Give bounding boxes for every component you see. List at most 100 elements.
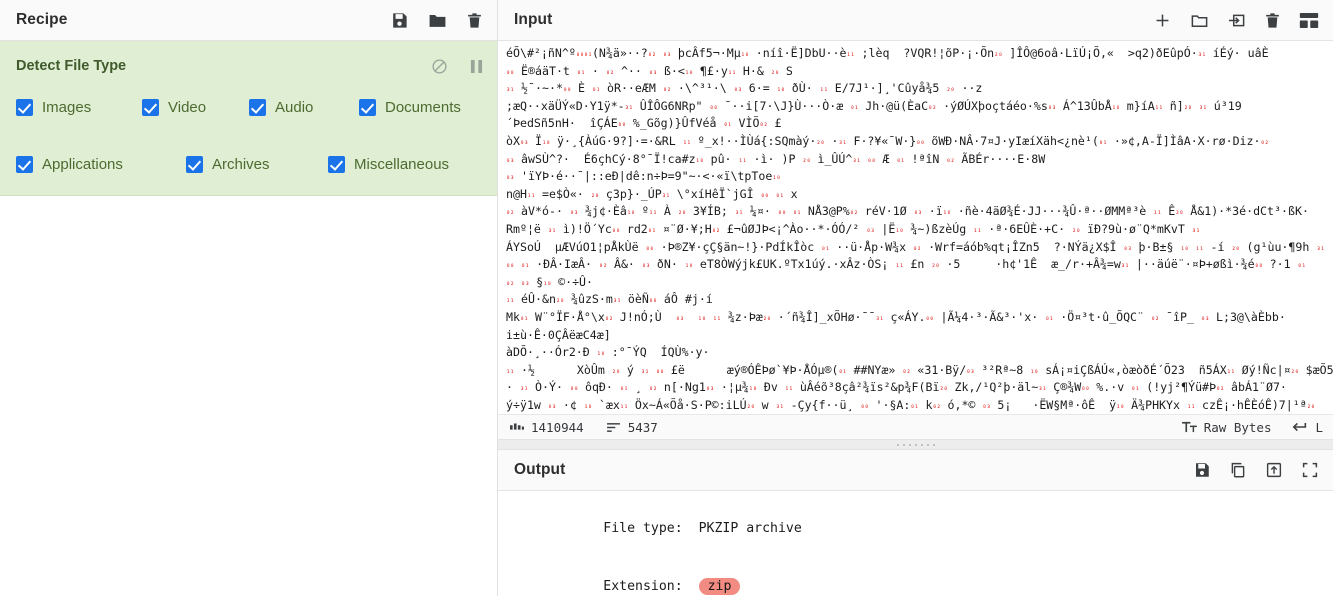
replace-input-with-output-icon[interactable]	[1265, 461, 1283, 479]
font-icon	[1181, 422, 1197, 433]
argument-video[interactable]: Video	[142, 99, 249, 116]
operation-header: Detect File Type	[16, 55, 483, 77]
output-textarea[interactable]: File type: PKZIP archive Extension: zip …	[498, 491, 1333, 596]
argument-applications[interactable]: Applications	[16, 156, 186, 173]
control-char-glyph: ₃₁	[875, 312, 884, 322]
control-char-glyph: ₃₁	[547, 224, 556, 234]
save-output-icon[interactable]	[1193, 461, 1211, 479]
checkbox-images[interactable]	[16, 99, 33, 116]
control-char-glyph: ₁₁	[819, 84, 828, 94]
argument-miscellaneous[interactable]: Miscellaneous	[328, 156, 449, 173]
control-char-glyph: ₀₀	[611, 224, 620, 234]
control-char-glyph: ₃₁	[734, 207, 743, 217]
recipe-operation-list[interactable]: Detect File Type Images Video Audio Docu…	[0, 41, 497, 596]
input-line: i±ù·Ê·0ÇÂëæC4æ]	[506, 327, 611, 342]
input-title: Input	[514, 11, 553, 28]
io-pane: Input éÕ\#²¡ñN^º₀₀₀₁(N¾ä»··?₀₂ ₀₃ þcÂf5¬…	[498, 0, 1333, 596]
input-line-count: 5437	[606, 420, 658, 435]
checkbox-audio[interactable]	[249, 99, 266, 116]
control-char-glyph: ₀₃	[521, 277, 530, 287]
control-char-glyph: ₃₁	[519, 383, 529, 393]
argument-documents[interactable]: Documents	[359, 99, 461, 116]
control-char-glyph: ₀₀	[562, 84, 571, 94]
checkbox-archives[interactable]	[186, 156, 203, 173]
copy-output-icon[interactable]	[1229, 461, 1247, 479]
checkbox-miscellaneous[interactable]	[328, 156, 345, 173]
disable-operation-icon[interactable]	[431, 58, 448, 75]
input-line: ₁₁ ·½ XòÛm ₂₀ ý ₃₁ ₀₀ £ë æý®ÓÊÞø`¥Þ·ÅÓµ®…	[506, 362, 1333, 377]
lines-icon	[606, 423, 620, 432]
control-char-glyph: ₁₀	[1116, 400, 1125, 410]
control-char-glyph: ₀₁	[850, 101, 859, 111]
control-char-glyph: ₀₀	[645, 242, 654, 252]
clear-input-icon[interactable]	[1264, 11, 1281, 30]
output-controls	[1193, 461, 1319, 479]
control-char-glyph: ₂₀	[1072, 224, 1081, 234]
control-char-glyph: ₁₁	[506, 295, 515, 305]
clear-recipe-icon[interactable]	[466, 11, 483, 30]
checkbox-applications[interactable]	[16, 156, 33, 173]
input-line: · ₃₁ Ò·Ý· ₀₀ ôqÐ· ₀₁ ¸ ₀₂ n[·Ng1₀₃ ·¦µ¾₁…	[506, 380, 1287, 395]
control-char-glyph: ₁₁	[846, 49, 855, 58]
input-textarea[interactable]: éÕ\#²¡ñN^º₀₀₀₁(N¾ä»··?₀₂ ₀₃ þcÂf5¬·Mµ₁₀ …	[498, 41, 1333, 415]
control-char-glyph: ₃₁	[640, 365, 649, 375]
control-char-glyph: ₀₂	[759, 119, 768, 129]
control-char-glyph: ₀₃	[506, 154, 515, 164]
add-input-tab-icon[interactable]	[1153, 11, 1172, 30]
argument-images[interactable]: Images	[16, 99, 142, 116]
argument-row: Images Video Audio Documents	[16, 99, 483, 116]
output-row-value-pill: zip	[698, 578, 741, 596]
maximise-output-icon[interactable]	[1301, 461, 1319, 479]
control-char-glyph: ₃₁	[612, 295, 621, 305]
checkbox-video[interactable]	[142, 99, 159, 116]
input-line: ý÷ÿ1w ₀₃ ·¢ ₁₀ `æx₁₁ Öx~Á«Õå·S·P©:iLÚ₂₀ …	[506, 397, 1315, 412]
input-char-count-value: 1410944	[531, 419, 584, 435]
control-char-glyph: ₀₃	[648, 66, 657, 76]
open-file-icon[interactable]	[1190, 11, 1209, 30]
control-char-glyph: ₀₁	[591, 84, 601, 94]
input-line: ´ÞedSñ5nH· îÇÁE₀₀ %_Gõg)}ÛfVéå ₀₁ VÌÕ₀₂ …	[506, 116, 782, 131]
output-title-bar: Output	[498, 450, 1333, 492]
recipe-controls	[390, 11, 483, 30]
checkbox-documents[interactable]	[359, 99, 376, 116]
control-char-glyph: ₀₃	[675, 312, 684, 322]
control-char-glyph: ₃₁	[506, 84, 515, 94]
control-char-glyph: ₀₁	[647, 224, 656, 234]
set-breakpoint-icon[interactable]	[470, 59, 483, 74]
control-char-glyph: ₀₀	[569, 383, 578, 393]
control-char-glyph: ₁₀	[543, 277, 552, 287]
control-char-glyph: ₂₀	[1231, 242, 1240, 252]
input-tabs-layout-icon[interactable]	[1299, 12, 1319, 29]
control-char-glyph: ₀₂	[506, 207, 515, 217]
control-char-glyph: ₀₂	[946, 154, 955, 164]
input-character-encoding[interactable]: Raw Bytes	[1181, 420, 1271, 435]
control-char-glyph: ₀₁	[1098, 136, 1107, 146]
control-char-glyph: ₁₀	[695, 154, 704, 164]
argument-row: Applications Archives Miscellaneous	[16, 156, 483, 173]
io-splitter[interactable]	[498, 439, 1333, 451]
control-char-glyph: ₁₀	[1030, 365, 1039, 375]
input-line: éÕ\#²¡ñN^º₀₀₀₁(N¾ä»··?₀₂ ₀₃ þcÂf5¬·Mµ₁₀ …	[506, 46, 1269, 60]
control-char-glyph: ₁₀	[684, 260, 693, 270]
recipe-operation-detect-file-type[interactable]: Detect File Type Images Video Audio Docu…	[0, 41, 497, 196]
control-char-glyph: ₁₀	[542, 136, 551, 146]
control-char-glyph: ₂₀	[746, 400, 755, 410]
control-char-glyph: ₂₀	[1175, 207, 1184, 217]
input-status-bar: 1410944 5437 Raw Bytes L	[498, 414, 1333, 440]
open-folder-as-input-icon[interactable]	[1227, 11, 1246, 30]
input-line-ending-value: L	[1315, 419, 1323, 435]
control-char-glyph: ₂₀	[762, 312, 771, 322]
enter-arrow-icon	[1293, 423, 1307, 432]
input-line-ending[interactable]: L	[1292, 420, 1323, 435]
load-recipe-icon[interactable]	[427, 11, 448, 30]
input-section: Input éÕ\#²¡ñN^º₀₀₀₁(N¾ä»··?₀₂ ₀₃ þcÂf5¬…	[498, 0, 1333, 440]
control-char-glyph: ₀₀	[867, 154, 876, 164]
input-content[interactable]: éÕ\#²¡ñN^º₀₀₀₁(N¾ä»··?₀₂ ₀₃ þcÂf5¬·Mµ₁₀ …	[506, 45, 1333, 414]
argument-audio[interactable]: Audio	[249, 99, 359, 116]
input-line: ₀₃ âwSÙ^?· É6çhCý·8°¯Ï!ca#z₁₀ pû· ₁₁ ·ì·…	[506, 151, 1046, 166]
control-char-glyph: ₀₂	[711, 224, 720, 234]
save-recipe-icon[interactable]	[390, 11, 409, 30]
input-char-count: 1410944	[510, 420, 584, 435]
argument-archives[interactable]: Archives	[186, 156, 328, 173]
input-status-right: Raw Bytes L	[1181, 420, 1323, 435]
